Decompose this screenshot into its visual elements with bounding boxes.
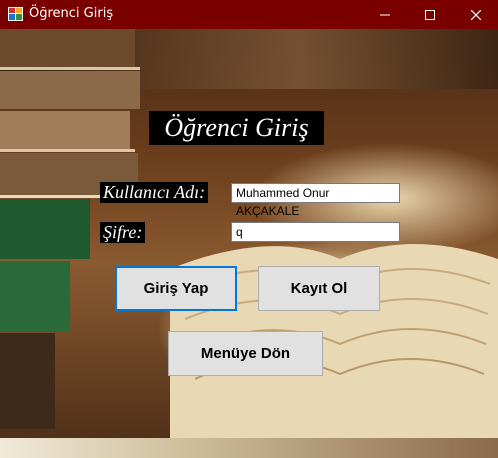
minimize-icon (379, 14, 390, 15)
login-button[interactable]: Giriş Yap (115, 266, 237, 311)
register-button[interactable]: Kayıt Ol (258, 266, 380, 311)
page-title: Öğrenci Giriş (149, 111, 324, 145)
username-label: Kullanıcı Adı: (100, 182, 209, 203)
password-label: Şifre: (100, 222, 146, 243)
book-bottom-strip (0, 438, 498, 458)
password-input[interactable]: q (231, 222, 400, 242)
title-bar[interactable]: Öğrenci Giriş (0, 0, 498, 29)
maximize-icon (424, 9, 435, 20)
books-background-image (0, 29, 498, 458)
close-button[interactable] (453, 0, 498, 29)
app-icon (8, 7, 23, 21)
maximize-button[interactable] (407, 0, 452, 29)
back-to-menu-button[interactable]: Menüye Dön (168, 331, 323, 376)
minimize-button[interactable] (362, 0, 407, 29)
username-input[interactable]: Muhammed Onur AKÇAKALE (231, 183, 400, 218)
login-window: Öğrenci Giriş Öğrenci Giriş Kullanıcı Ad… (0, 0, 498, 458)
window-title: Öğrenci Giriş (29, 6, 114, 21)
close-icon (470, 9, 481, 20)
